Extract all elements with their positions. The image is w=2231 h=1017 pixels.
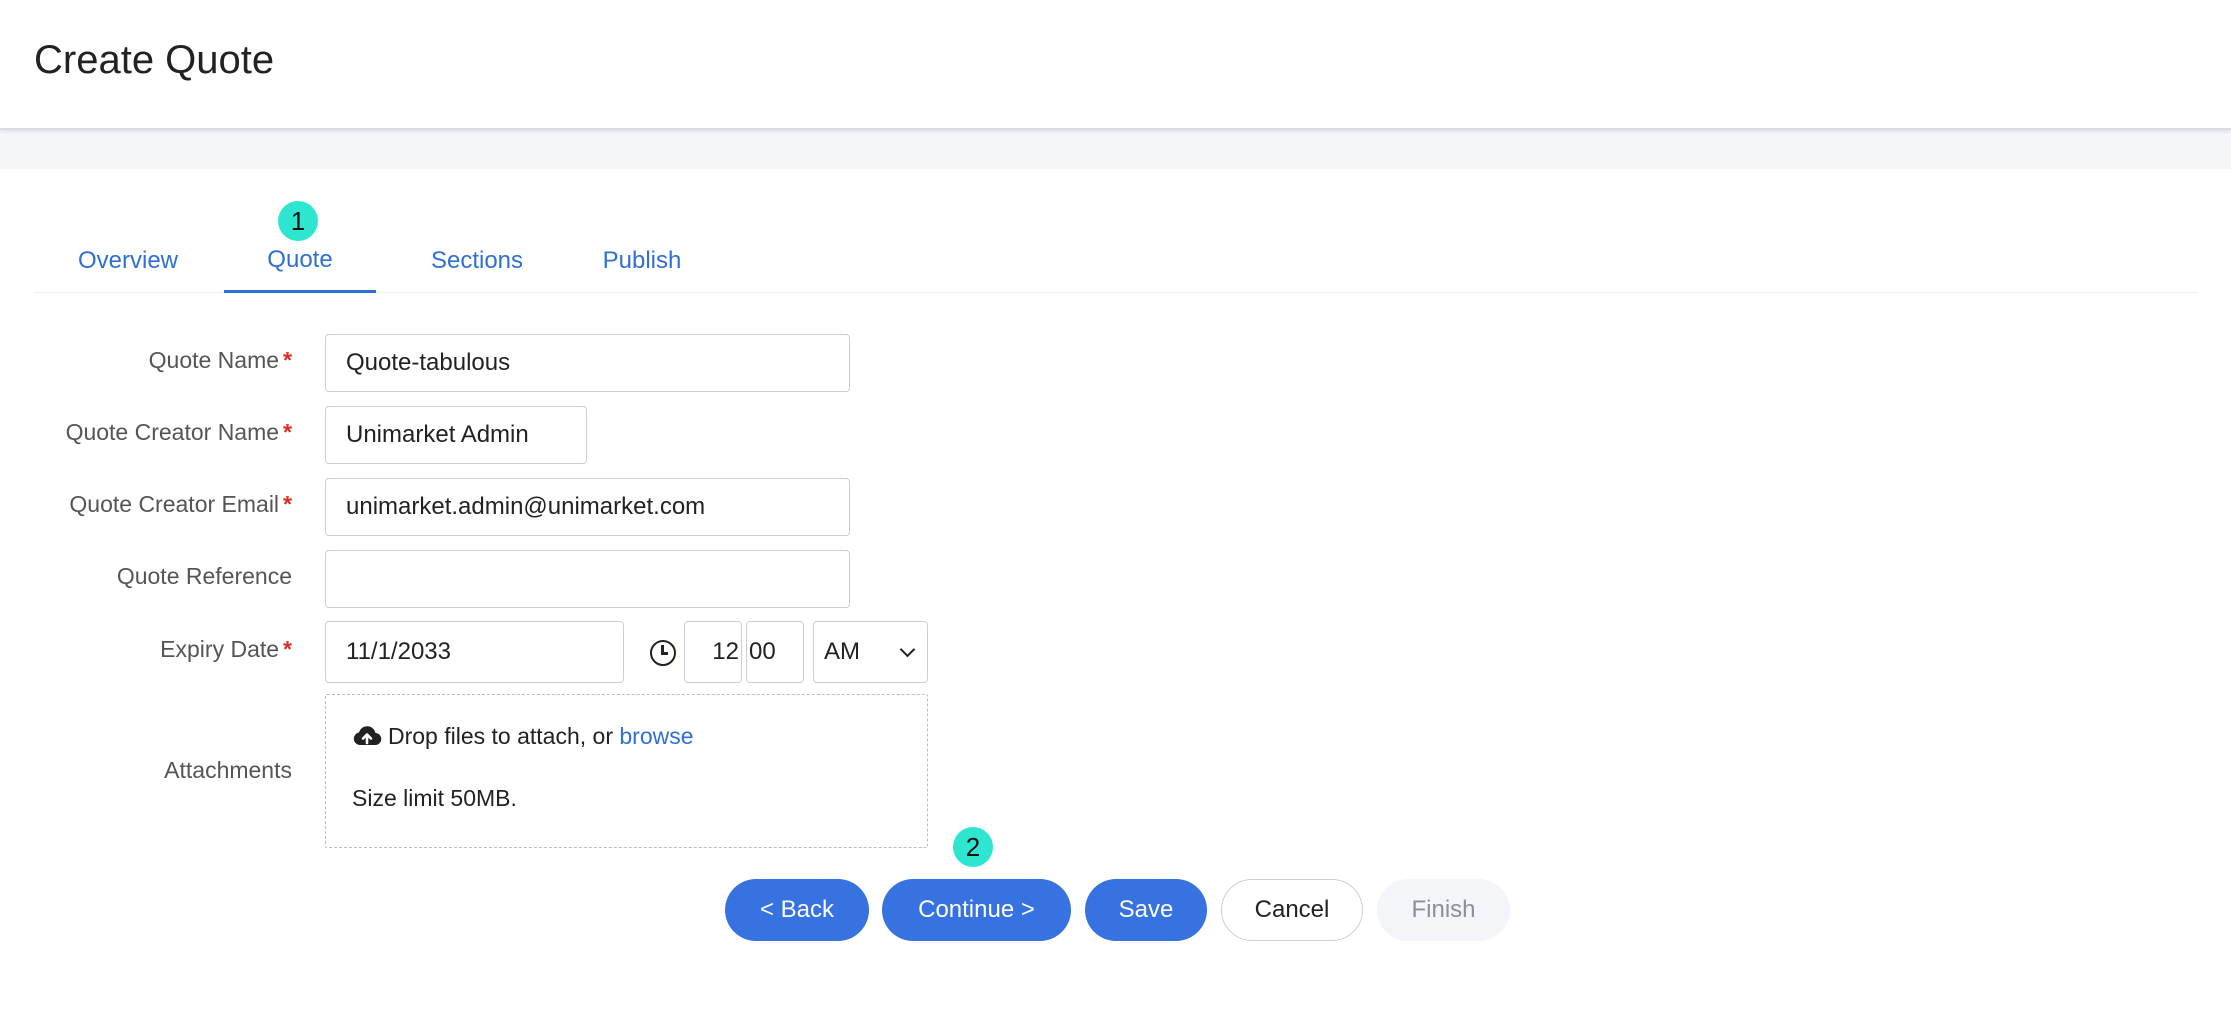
tab-sections[interactable]: Sections	[412, 229, 542, 293]
chevron-down-icon	[899, 641, 916, 658]
attachments-dropzone[interactable]: Drop files to attach, or browse Size lim…	[325, 694, 928, 848]
attachments-label: Attachments	[164, 757, 292, 783]
quote-form-panel: Overview Quote Sections Publish 1 Quote …	[0, 169, 2231, 1017]
quote-reference-label: Quote Reference	[116, 563, 292, 589]
expiry-minute-input[interactable]: 00	[746, 621, 804, 683]
tab-overview[interactable]: Overview	[68, 229, 188, 293]
quote-name-input[interactable]: Quote-tabulous	[325, 334, 850, 392]
back-button[interactable]: < Back	[725, 879, 869, 941]
expiry-date-label: Expiry Date *	[160, 636, 292, 662]
continue-button[interactable]: Continue >	[882, 879, 1071, 941]
dropzone-instructions: Drop files to attach, or browse	[352, 723, 694, 750]
expiry-ampm-select[interactable]: AM	[813, 621, 928, 683]
wizard-tabs: Overview Quote Sections Publish	[34, 229, 2198, 293]
clock-icon	[650, 640, 676, 666]
step-marker-2: 2	[953, 827, 993, 867]
browse-link[interactable]: browse	[619, 723, 693, 749]
page-title: Create Quote	[34, 38, 275, 82]
save-button[interactable]: Save	[1085, 879, 1207, 941]
expiry-hour-input[interactable]: 12	[684, 621, 742, 683]
finish-button: Finish	[1377, 879, 1510, 941]
quote-name-label: Quote Name *	[148, 347, 292, 373]
tab-publish[interactable]: Publish	[586, 229, 698, 293]
quote-creator-name-label: Quote Creator Name *	[65, 419, 292, 445]
size-limit-text: Size limit 50MB.	[352, 785, 517, 811]
quote-reference-input[interactable]	[325, 550, 850, 608]
step-marker-1: 1	[278, 201, 318, 241]
cancel-button[interactable]: Cancel	[1221, 879, 1363, 941]
quote-creator-name-input[interactable]: Unimarket Admin	[325, 406, 587, 464]
quote-creator-email-label: Quote Creator Email *	[69, 491, 292, 517]
page-header: Create Quote	[0, 0, 2231, 130]
quote-creator-email-input[interactable]: unimarket.admin@unimarket.com	[325, 478, 850, 536]
ampm-selected-value: AM	[824, 638, 860, 665]
expiry-date-input[interactable]: 11/1/2033	[325, 621, 624, 683]
cloud-upload-icon	[353, 726, 382, 746]
